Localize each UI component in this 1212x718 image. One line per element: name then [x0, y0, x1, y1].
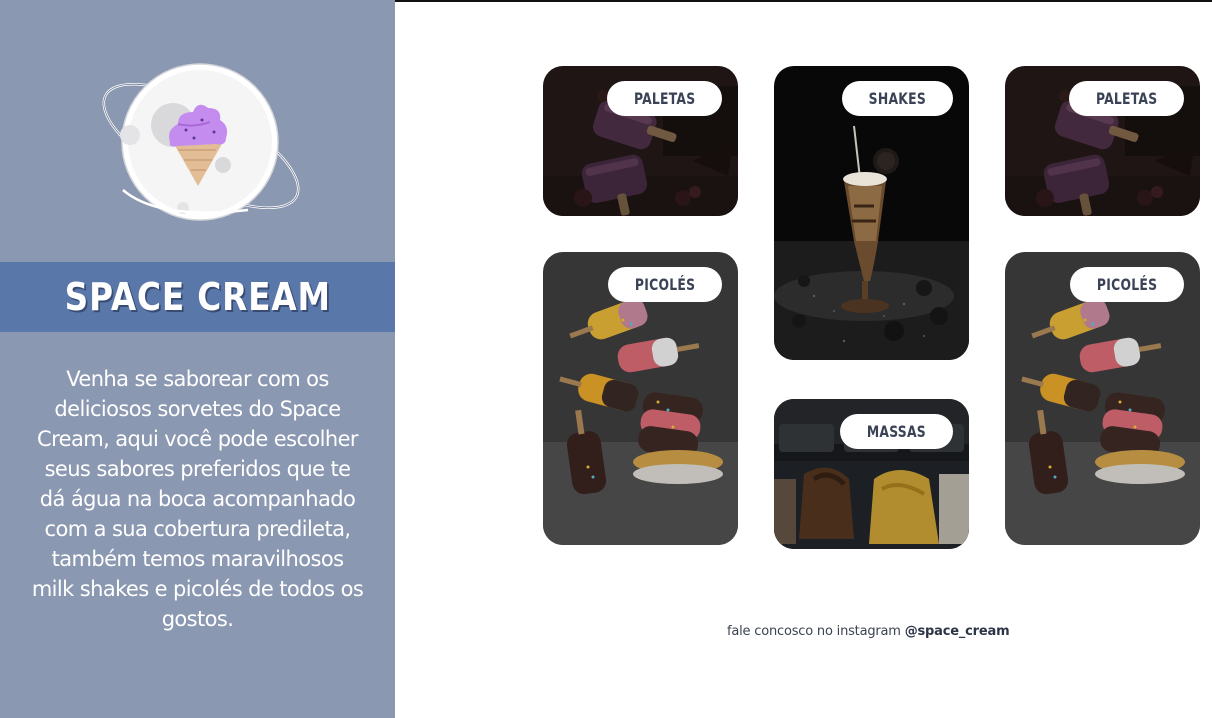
footer-instagram: fale concosco no instagram @space_cream: [727, 624, 1010, 639]
sidebar: SPACE CREAM Venha se saborear com os del…: [0, 0, 395, 718]
footer-text: fale concosco no instagram: [727, 624, 905, 639]
card-massas[interactable]: MASSAS: [774, 399, 969, 549]
brand-title: SPACE CREAM: [64, 275, 331, 319]
instagram-handle-link[interactable]: @space_cream: [905, 624, 1010, 639]
brand-description: Venha se saborear com os deliciosos sorv…: [31, 367, 364, 631]
card-picoles[interactable]: PICOLÉS: [543, 252, 738, 545]
brand-banner: SPACE CREAM: [0, 262, 395, 332]
card-label[interactable]: SHAKES: [842, 81, 953, 116]
card-shakes[interactable]: SHAKES: [774, 66, 969, 360]
card-picoles[interactable]: PICOLÉS: [1005, 252, 1200, 545]
card-label[interactable]: PALETAS: [606, 81, 722, 116]
card-paletas[interactable]: PALETAS: [1005, 66, 1200, 216]
card-label[interactable]: PICOLÉS: [1069, 267, 1184, 302]
card-label[interactable]: PALETAS: [1068, 81, 1184, 116]
card-paletas[interactable]: PALETAS: [543, 66, 738, 216]
card-label[interactable]: MASSAS: [840, 414, 953, 449]
ice-cream-planet-icon: [98, 60, 308, 225]
card-label[interactable]: PICOLÉS: [607, 267, 722, 302]
